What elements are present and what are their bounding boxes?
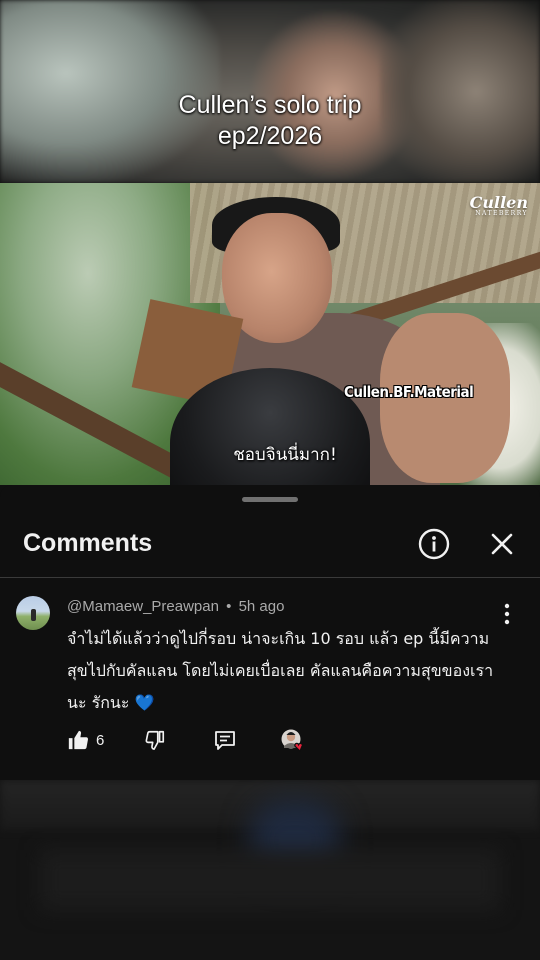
video-subtitle: ชอบจินนี่มาก! <box>233 445 337 465</box>
commenter-avatar[interactable] <box>16 596 50 630</box>
thumbs-down-icon <box>145 730 165 750</box>
video-player[interactable]: Cullen NATEBERRY Cullen.BF.Material ชอบจ… <box>0 183 540 485</box>
video-overlay-title: Cullen’s solo trip ep2/2026 <box>0 90 540 152</box>
like-button[interactable]: 6 <box>67 726 104 754</box>
comments-sheet: Comments @Mamaew_Preawpan • 5h ago จำไม่… <box>0 485 540 780</box>
creator-heart-icon <box>281 729 303 753</box>
meta-separator: • <box>226 598 232 615</box>
close-icon <box>491 533 513 555</box>
sheet-drag-handle[interactable] <box>242 497 298 502</box>
reply-icon <box>215 731 235 750</box>
overlay-title-line1: Cullen’s solo trip <box>178 91 362 119</box>
blurred-background-bottom <box>0 780 540 960</box>
comments-title: Comments <box>23 529 153 557</box>
logo-subtext: NATEBERRY <box>475 210 528 217</box>
reply-button[interactable] <box>213 726 237 754</box>
thumbs-up-icon <box>68 730 89 750</box>
comment-time: 5h ago <box>238 598 285 615</box>
comment-text: จำไม่ได้แล้วว่าดูไปกี่รอบ น่าจะเกิน 10 ร… <box>67 629 494 712</box>
comment-item: @Mamaew_Preawpan • 5h ago จำไม่ได้แล้วว่… <box>0 578 540 780</box>
close-button[interactable] <box>488 530 516 558</box>
comment-actions: 6 <box>67 726 527 756</box>
video-watermark: Cullen.BF.Material <box>344 383 474 401</box>
comment-author[interactable]: @Mamaew_Preawpan <box>67 598 219 615</box>
creator-heart-badge <box>281 729 305 753</box>
overlay-title-line2: ep2/2026 <box>217 122 323 150</box>
info-button[interactable] <box>418 528 450 560</box>
dislike-button[interactable] <box>144 726 166 754</box>
info-icon <box>418 528 450 560</box>
comments-header: Comments <box>0 515 540 577</box>
channel-logo: Cullen NATEBERRY <box>470 193 528 217</box>
like-count: 6 <box>96 731 105 749</box>
comment-meta: @Mamaew_Preawpan • 5h ago <box>67 598 284 615</box>
